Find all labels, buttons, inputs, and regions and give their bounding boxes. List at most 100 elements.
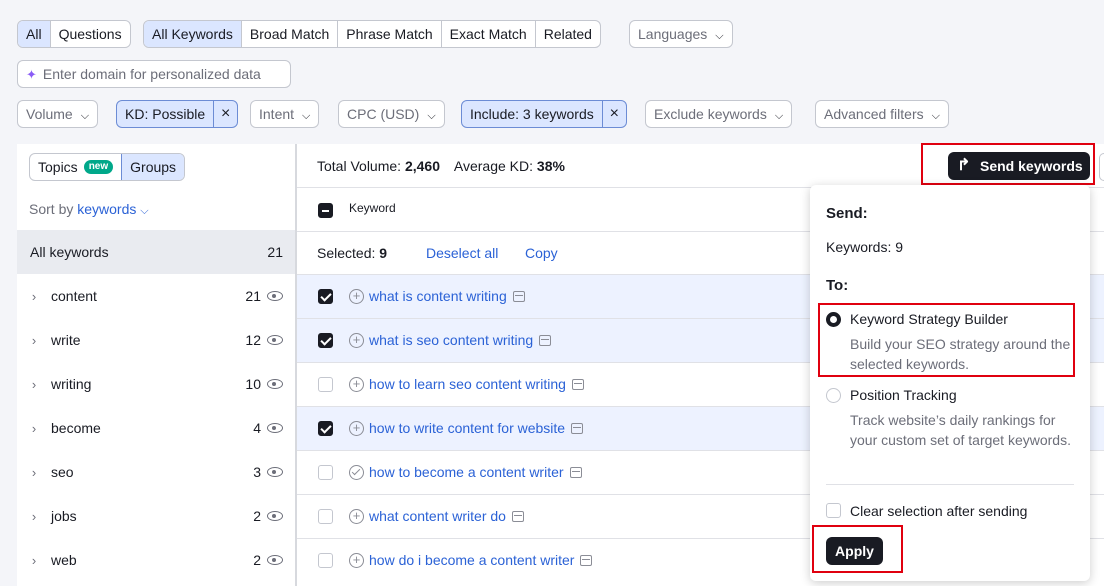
eye-icon[interactable] xyxy=(267,555,283,565)
tab-broad-match[interactable]: Broad Match xyxy=(242,21,339,47)
more-button[interactable] xyxy=(1099,153,1104,181)
add-to-list-icon[interactable]: + xyxy=(349,377,364,392)
group-item-write[interactable]: › write 12 xyxy=(17,318,295,362)
clear-selection-checkbox[interactable] xyxy=(826,503,841,518)
serp-icon[interactable] xyxy=(569,467,582,478)
volume-dropdown[interactable]: Volume ⌵ xyxy=(17,100,99,128)
chevron-right-icon[interactable]: › xyxy=(17,377,51,392)
keyword-link[interactable]: how to learn seo content writing xyxy=(369,376,584,392)
highlight-keyword-strategy-builder xyxy=(818,303,1075,377)
serp-icon[interactable] xyxy=(571,423,584,434)
group-item-jobs[interactable]: › jobs 2 xyxy=(17,494,295,538)
keyword-link[interactable]: how to write content for website xyxy=(369,420,584,436)
chevron-down-icon: ⌵ xyxy=(140,205,149,217)
added-check-icon[interactable] xyxy=(349,465,364,480)
tab-questions[interactable]: Questions xyxy=(51,21,130,47)
row-checkbox[interactable] xyxy=(318,289,333,304)
eye-icon[interactable] xyxy=(267,511,283,521)
all-keywords-item[interactable]: All keywords 21 xyxy=(17,230,295,274)
total-volume-value: 2,460 xyxy=(404,158,440,174)
exclude-dropdown[interactable]: Exclude keywords ⌵ xyxy=(645,100,793,128)
tab-exact-match[interactable]: Exact Match xyxy=(442,21,536,47)
cpc-dropdown[interactable]: CPC (USD) ⌵ xyxy=(338,100,445,128)
domain-input[interactable]: ✦ Enter domain for personalized data xyxy=(17,60,291,88)
include-filter-label: Include: 3 keywords xyxy=(470,106,594,122)
group-count: 2 xyxy=(253,508,261,524)
row-checkbox[interactable] xyxy=(318,333,333,348)
languages-dropdown[interactable]: Languages ⌵ xyxy=(629,20,733,48)
add-to-list-icon[interactable]: + xyxy=(349,333,364,348)
send-keywords-popup: Send: Keywords: 9 To: Keyword Strategy B… xyxy=(810,185,1090,581)
sort-prefix: Sort by xyxy=(29,201,74,217)
row-checkbox[interactable] xyxy=(318,377,333,392)
chevron-right-icon[interactable]: › xyxy=(17,333,51,348)
to-heading: To: xyxy=(826,277,849,294)
add-to-list-icon[interactable]: + xyxy=(349,421,364,436)
keyword-text: what is content writing xyxy=(369,288,507,304)
kd-filter-chip[interactable]: KD: Possible × xyxy=(116,100,239,128)
group-item-web[interactable]: › web 2 xyxy=(17,538,295,582)
eye-icon[interactable] xyxy=(267,335,283,345)
deselect-all-link[interactable]: Deselect all xyxy=(426,245,498,261)
domain-placeholder: Enter domain for personalized data xyxy=(42,66,261,82)
eye-icon[interactable] xyxy=(267,379,283,389)
chevron-right-icon[interactable]: › xyxy=(17,553,51,568)
intent-label: Intent xyxy=(259,106,295,122)
group-name: content xyxy=(51,288,97,304)
include-filter-chip[interactable]: Include: 3 keywords × xyxy=(461,100,627,128)
row-checkbox[interactable] xyxy=(318,465,333,480)
add-to-list-icon[interactable]: + xyxy=(349,509,364,524)
group-count: 4 xyxy=(253,420,261,436)
row-checkbox[interactable] xyxy=(318,421,333,436)
topics-tab[interactable]: Topics new xyxy=(30,154,121,180)
serp-icon[interactable] xyxy=(580,555,593,566)
group-item-seo[interactable]: › seo 3 xyxy=(17,450,295,494)
add-to-list-icon[interactable]: + xyxy=(349,553,364,568)
serp-icon[interactable] xyxy=(511,511,524,522)
topics-label: Topics xyxy=(38,159,78,175)
serp-icon[interactable] xyxy=(512,291,525,302)
advanced-filters-dropdown[interactable]: Advanced filters ⌵ xyxy=(815,100,949,128)
all-keywords-count: 21 xyxy=(267,244,283,260)
keyword-link[interactable]: how do i become a content writer xyxy=(369,552,593,568)
row-checkbox[interactable] xyxy=(318,553,333,568)
clear-selection-label[interactable]: Clear selection after sending xyxy=(850,503,1027,519)
keyword-link[interactable]: how to become a content writer xyxy=(369,464,582,480)
chevron-right-icon[interactable]: › xyxy=(17,509,51,524)
group-item-content[interactable]: › content 21 xyxy=(17,274,295,318)
chevron-right-icon[interactable]: › xyxy=(17,421,51,436)
eye-icon[interactable] xyxy=(267,467,283,477)
column-keyword[interactable]: Keyword xyxy=(349,201,396,215)
serp-icon[interactable] xyxy=(539,335,552,346)
copy-link[interactable]: Copy xyxy=(525,245,558,261)
sort-by-control[interactable]: Sort by keywords ⌵ xyxy=(29,201,149,218)
serp-icon[interactable] xyxy=(571,379,584,390)
selected-label: Selected: xyxy=(317,245,376,261)
avg-kd-value: 38% xyxy=(536,158,565,174)
chevron-down-icon: ⌵ xyxy=(931,110,940,122)
add-to-list-icon[interactable]: + xyxy=(349,289,364,304)
chevron-right-icon[interactable]: › xyxy=(17,465,51,480)
eye-icon[interactable] xyxy=(267,291,283,301)
keyword-link[interactable]: what is seo content writing xyxy=(369,332,552,348)
radio-position-tracking[interactable] xyxy=(826,388,841,403)
tab-all[interactable]: All xyxy=(18,21,51,47)
option-pt-title[interactable]: Position Tracking xyxy=(850,387,957,403)
tab-all-keywords[interactable]: All Keywords xyxy=(144,21,242,47)
group-item-writing[interactable]: › writing 10 xyxy=(17,362,295,406)
tab-phrase-match[interactable]: Phrase Match xyxy=(338,21,442,47)
eye-icon[interactable] xyxy=(267,423,283,433)
groups-tab[interactable]: Groups xyxy=(121,154,185,180)
select-all-checkbox[interactable] xyxy=(318,203,333,218)
keyword-link[interactable]: what is content writing xyxy=(369,288,525,304)
close-icon[interactable]: × xyxy=(601,101,626,127)
tab-related[interactable]: Related xyxy=(536,21,600,47)
keyword-text: what content writer do xyxy=(369,508,506,524)
group-item-become[interactable]: › become 4 xyxy=(17,406,295,450)
keyword-link[interactable]: what content writer do xyxy=(369,508,524,524)
chevron-right-icon[interactable]: › xyxy=(17,289,51,304)
row-checkbox[interactable] xyxy=(318,509,333,524)
close-icon[interactable]: × xyxy=(213,101,237,127)
intent-dropdown[interactable]: Intent ⌵ xyxy=(250,100,320,128)
selected-info: Selected: 9 xyxy=(317,245,387,261)
